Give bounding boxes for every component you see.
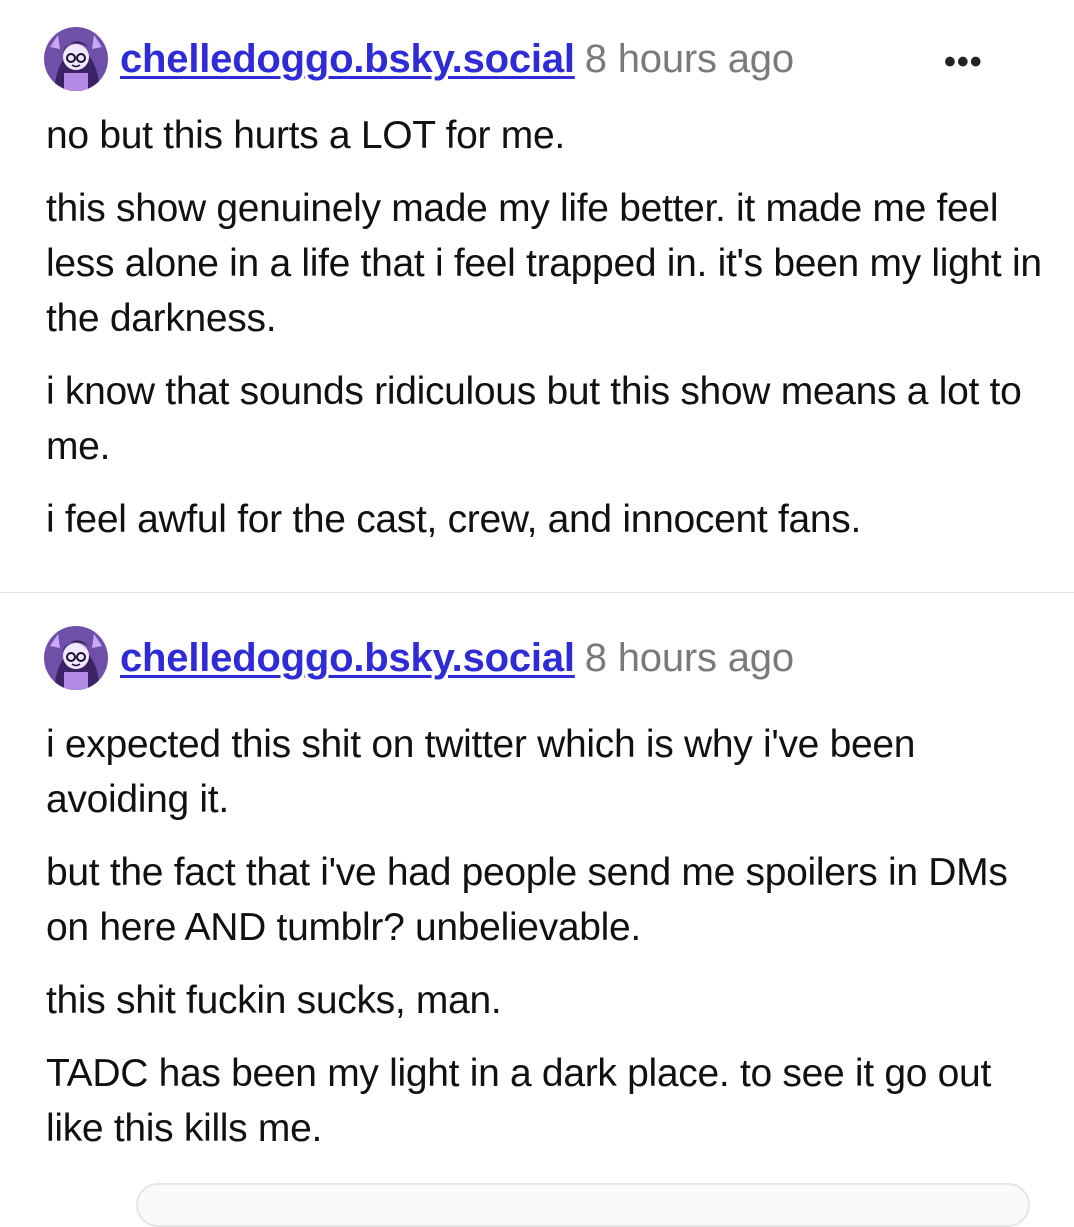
post-paragraph: no but this hurts a LOT for me. bbox=[46, 114, 565, 157]
post-body: i expected this shit on twitter which is… bbox=[46, 717, 1046, 1174]
post-header: chelledoggo.bsky.social 8 hours ago bbox=[44, 27, 794, 91]
username-link[interactable]: chelledoggo.bsky.social bbox=[120, 37, 575, 82]
avatar-image bbox=[44, 626, 108, 690]
post-paragraph: TADC has been my light in a dark place. … bbox=[46, 1052, 991, 1150]
avatar[interactable] bbox=[44, 27, 108, 91]
reply-box[interactable] bbox=[136, 1183, 1030, 1227]
post-timestamp: 8 hours ago bbox=[584, 635, 794, 680]
username-link[interactable]: chelledoggo.bsky.social bbox=[120, 636, 575, 681]
post-paragraph: this show genuinely made my life better.… bbox=[46, 187, 1042, 340]
post-body: no but this hurts a LOT for me. this sho… bbox=[46, 108, 1046, 565]
post: chelledoggo.bsky.social 8 hours ago i ex… bbox=[0, 593, 1074, 1200]
avatar[interactable] bbox=[44, 626, 108, 690]
more-options-icon[interactable]: ••• bbox=[944, 45, 983, 79]
post-paragraph: i expected this shit on twitter which is… bbox=[46, 723, 916, 821]
post-timestamp: 8 hours ago bbox=[584, 36, 794, 81]
post-paragraph: but the fact that i've had people send m… bbox=[46, 851, 1008, 949]
avatar-image bbox=[44, 27, 108, 91]
post-paragraph: i feel awful for the cast, crew, and inn… bbox=[46, 498, 861, 541]
post-header: chelledoggo.bsky.social 8 hours ago bbox=[44, 626, 794, 690]
post: chelledoggo.bsky.social 8 hours ago ••• … bbox=[0, 0, 1074, 592]
post-paragraph: i know that sounds ridiculous but this s… bbox=[46, 370, 1022, 468]
post-paragraph: this shit fuckin sucks, man. bbox=[46, 979, 502, 1022]
